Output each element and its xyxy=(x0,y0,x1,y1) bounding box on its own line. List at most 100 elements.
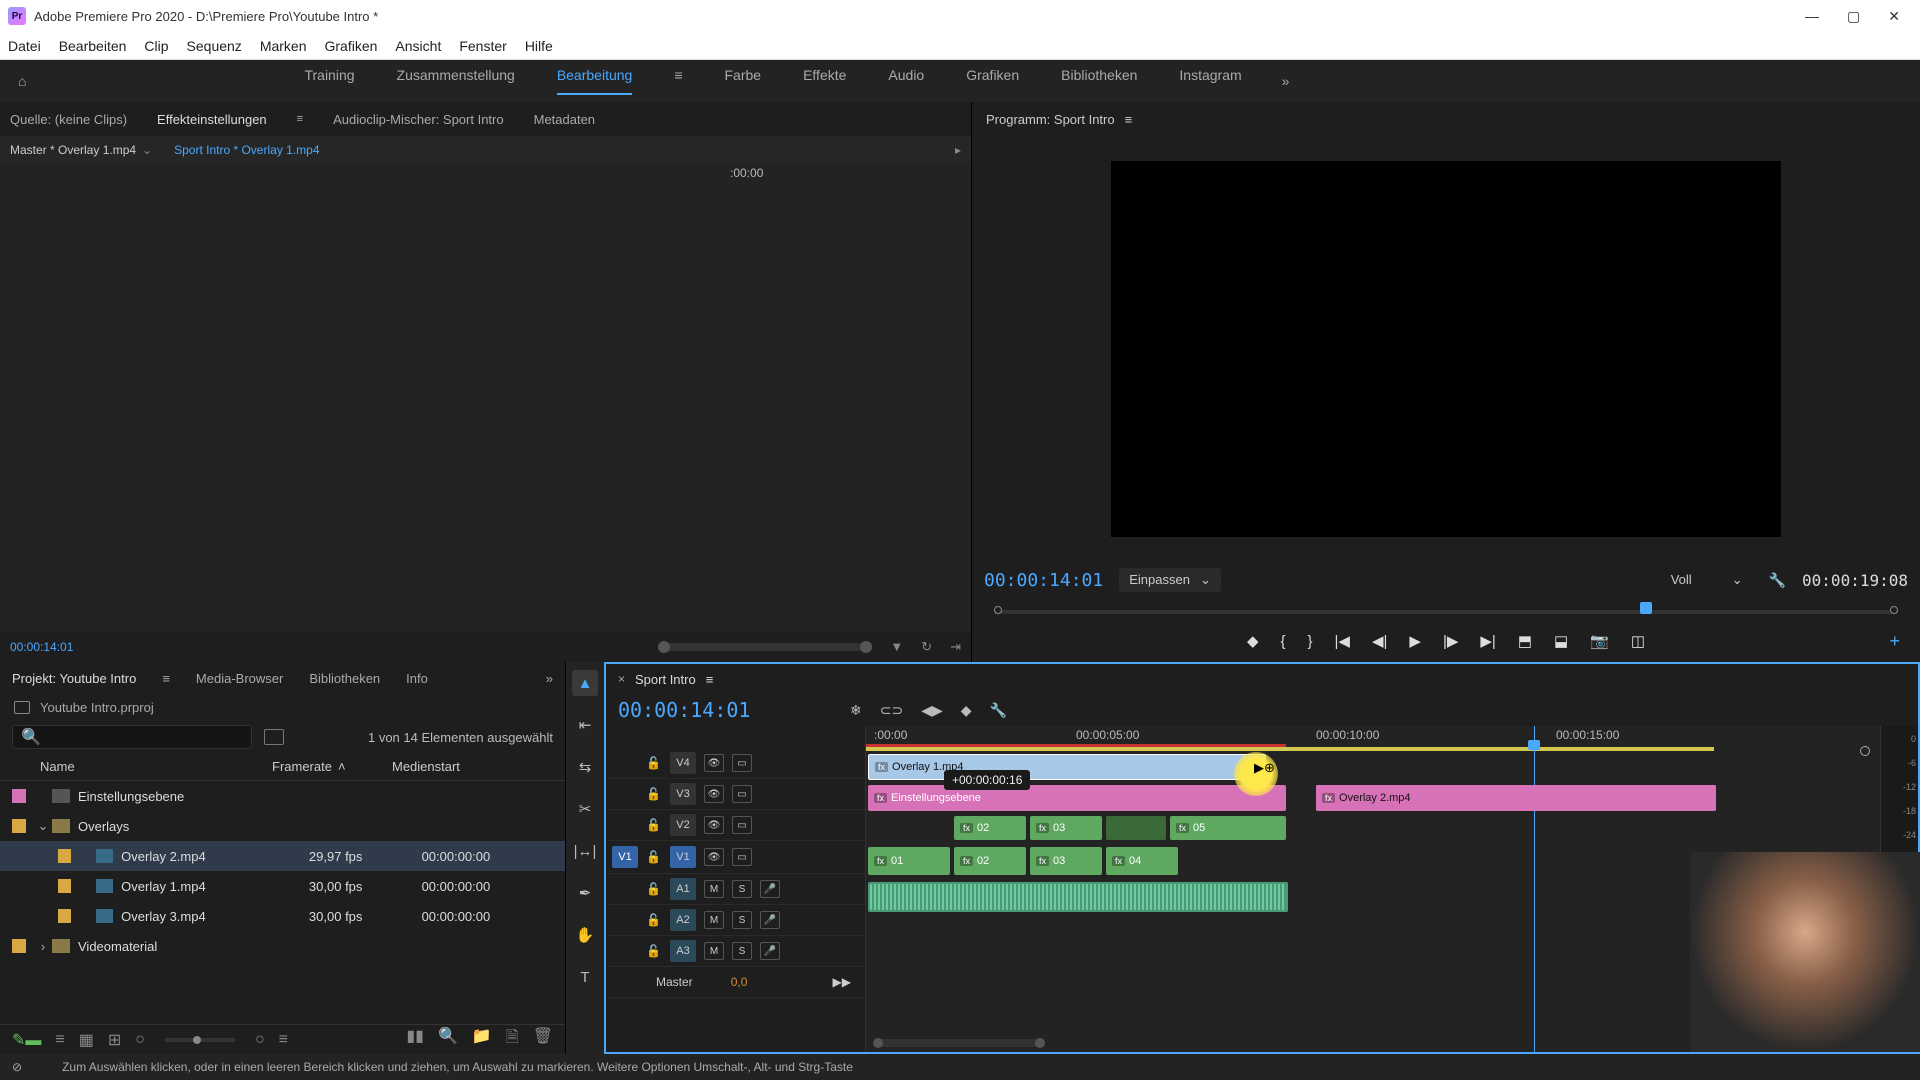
new-item-button[interactable]: 🗎 xyxy=(506,1026,519,1053)
slip-tool[interactable]: |↔| xyxy=(572,838,598,864)
clip-v2-gap[interactable] xyxy=(1106,816,1166,840)
mark-in-handle[interactable] xyxy=(994,606,1002,614)
project-item[interactable]: ›Videomaterial xyxy=(0,931,565,961)
ws-training[interactable]: Training xyxy=(304,67,354,95)
overflow-icon[interactable]: » xyxy=(546,671,553,686)
timeline-menu-icon[interactable]: ≡ xyxy=(706,672,714,687)
playhead-icon[interactable] xyxy=(1640,602,1652,614)
maximize-button[interactable]: ▢ xyxy=(1847,8,1860,25)
sequence-tab[interactable]: Sport Intro xyxy=(635,672,696,687)
timeline-settings-icon[interactable]: 🔧 xyxy=(990,702,1007,719)
effect-zoom-slider[interactable] xyxy=(660,643,870,651)
clip-v2-03[interactable]: fx03 xyxy=(1030,816,1102,840)
menu-fenster[interactable]: Fenster xyxy=(459,38,506,54)
go-to-in-button[interactable]: |◀ xyxy=(1335,632,1350,650)
razor-tool[interactable]: ✂ xyxy=(572,796,598,822)
thumbnail-slider[interactable] xyxy=(165,1038,235,1042)
play-icon[interactable]: ▸ xyxy=(955,143,961,157)
toggle-output-icon[interactable]: 👁 xyxy=(704,848,724,866)
search-input[interactable]: 🔍 xyxy=(12,725,252,749)
lock-icon[interactable]: 🔓 xyxy=(646,944,662,958)
minimize-button[interactable]: — xyxy=(1805,8,1819,25)
track-header-v4[interactable]: 🔓 V4 👁 ▭ xyxy=(606,748,865,779)
selection-tool[interactable]: ▲ xyxy=(572,670,598,696)
voice-over-icon[interactable]: 🎤 xyxy=(760,911,780,929)
project-item[interactable]: ⌄Overlays xyxy=(0,811,565,841)
voice-over-icon[interactable]: 🎤 xyxy=(760,880,780,898)
ws-bearbeitung[interactable]: Bearbeitung xyxy=(557,67,633,95)
ws-audio[interactable]: Audio xyxy=(888,67,924,95)
lock-icon[interactable]: 🔓 xyxy=(646,913,662,927)
program-timecode[interactable]: 00:00:14:01 xyxy=(984,570,1103,591)
clip-v2-05[interactable]: fx05 xyxy=(1170,816,1286,840)
sync-lock-icon[interactable]: ▭ xyxy=(732,785,752,803)
list-view-btn[interactable]: ≡ xyxy=(55,1031,64,1049)
add-marker-button[interactable]: ◆ xyxy=(1247,632,1259,650)
effect-sequence-label[interactable]: Sport Intro * Overlay 1.mp4 xyxy=(174,143,319,157)
lock-icon[interactable]: 🔓 xyxy=(646,787,662,801)
play-button[interactable]: ▶ xyxy=(1409,632,1421,650)
header-framerate[interactable]: Framerate˄ xyxy=(272,759,392,774)
list-view-icon[interactable] xyxy=(264,729,284,745)
extract-button[interactable]: ⬓ xyxy=(1554,632,1568,650)
clip-v2-02[interactable]: fx02 xyxy=(954,816,1026,840)
close-sequence-icon[interactable]: × xyxy=(618,672,625,686)
ws-menu-icon[interactable]: ≡ xyxy=(674,67,682,95)
lock-icon[interactable]: 🔓 xyxy=(646,818,662,832)
ws-bibliotheken[interactable]: Bibliotheken xyxy=(1061,67,1137,95)
clip-v1-01[interactable]: fx01 xyxy=(868,847,950,875)
effect-timeline[interactable]: :00:00 xyxy=(0,164,971,632)
track-header-a2[interactable]: 🔓 A2 M S 🎤 xyxy=(606,905,865,936)
marker-icon[interactable]: ◆ xyxy=(961,702,972,719)
track-header-master[interactable]: Master 0,0 ▶▶ xyxy=(606,967,865,998)
tab-project[interactable]: Projekt: Youtube Intro xyxy=(12,671,136,686)
new-bin-button[interactable]: 📁 xyxy=(472,1026,492,1053)
icon-view-btn[interactable]: ▦ xyxy=(79,1030,94,1050)
mark-in-button[interactable]: { xyxy=(1280,633,1285,650)
ws-zusammenstellung[interactable]: Zusammenstellung xyxy=(397,67,515,95)
step-back-button[interactable]: ◀| xyxy=(1372,632,1387,650)
tab-info[interactable]: Info xyxy=(406,671,428,686)
resolution-dropdown[interactable]: Voll⌄ xyxy=(1661,568,1753,592)
lock-icon[interactable]: 🔓 xyxy=(646,850,662,864)
out-point-icon[interactable] xyxy=(1860,746,1870,756)
project-item[interactable]: Einstellungsebene xyxy=(0,781,565,811)
clip-adjustment-layer[interactable]: fxEinstellungsebene xyxy=(868,785,1286,811)
expand-arrow-icon[interactable]: › xyxy=(36,939,50,954)
solo-toggle[interactable]: S xyxy=(732,942,752,960)
ws-effekte[interactable]: Effekte xyxy=(803,67,846,95)
track-header-v1[interactable]: V1 🔓 V1 👁 ▭ xyxy=(606,841,865,874)
lock-icon[interactable]: 🔓 xyxy=(646,756,662,770)
chevron-down-icon[interactable]: ⌄ xyxy=(142,143,152,157)
clip-v1-04[interactable]: fx04 xyxy=(1106,847,1178,875)
source-patch-v1[interactable]: V1 xyxy=(612,846,638,868)
tab-media-browser[interactable]: Media-Browser xyxy=(196,671,283,686)
pen-tool[interactable]: ✒ xyxy=(572,880,598,906)
sync-lock-icon[interactable]: ▭ xyxy=(732,848,752,866)
toggle-output-icon[interactable]: 👁 xyxy=(704,754,724,772)
zoom-out-icon[interactable]: ○ xyxy=(135,1031,145,1049)
tab-program[interactable]: Programm: Sport Intro xyxy=(986,112,1115,127)
ws-overflow-icon[interactable]: » xyxy=(1282,73,1290,89)
menu-bearbeiten[interactable]: Bearbeiten xyxy=(59,38,127,54)
menu-grafiken[interactable]: Grafiken xyxy=(325,38,378,54)
effect-timecode[interactable]: 00:00:14:01 xyxy=(10,640,73,654)
menu-datei[interactable]: Datei xyxy=(8,38,41,54)
tab-bibliotheken[interactable]: Bibliotheken xyxy=(309,671,380,686)
ws-instagram[interactable]: Instagram xyxy=(1179,67,1241,95)
skip-icon[interactable]: ▶▶ xyxy=(833,975,851,989)
menu-hilfe[interactable]: Hilfe xyxy=(525,38,553,54)
project-item[interactable]: Overlay 2.mp429,97 fps00:00:00:00 xyxy=(0,841,565,871)
clip-v1-02[interactable]: fx02 xyxy=(954,847,1026,875)
sync-lock-icon[interactable]: ▭ xyxy=(732,816,752,834)
header-mediastart[interactable]: Medienstart xyxy=(392,759,532,774)
timeline-playhead[interactable] xyxy=(1534,726,1535,1052)
tab-source[interactable]: Quelle: (keine Clips) xyxy=(10,112,127,127)
tab-audio-mixer[interactable]: Audioclip-Mischer: Sport Intro xyxy=(333,112,504,127)
clip-audio[interactable] xyxy=(868,882,1288,912)
linked-selection-icon[interactable]: ⊂⊃ xyxy=(880,702,903,719)
mute-toggle[interactable]: M xyxy=(704,880,724,898)
delete-button[interactable]: 🗑 xyxy=(533,1026,553,1053)
solo-toggle[interactable]: S xyxy=(732,911,752,929)
panel-menu-icon[interactable]: ≡ xyxy=(297,113,303,125)
